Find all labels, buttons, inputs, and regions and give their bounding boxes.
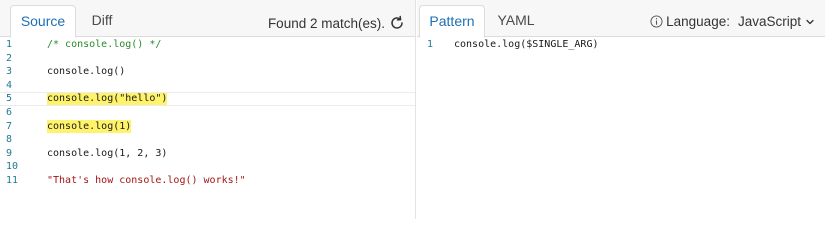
line-number: 1 <box>427 39 434 50</box>
line-number: 10 <box>6 161 19 173</box>
language-label: Language: <box>666 14 730 29</box>
pattern-pane: Pattern YAML Language: JavaScript 1 conso… <box>417 0 825 219</box>
code-line: 3 console.log() <box>0 65 415 79</box>
tab-source[interactable]: Source <box>10 5 76 38</box>
match-count-text: Found 2 match(es). <box>267 16 385 31</box>
code-line: 10 <box>0 160 415 174</box>
language-dropdown[interactable]: JavaScript <box>738 14 815 29</box>
line-number: 1 <box>6 39 13 50</box>
code-line: 2 <box>0 52 415 66</box>
info-icon[interactable] <box>650 15 663 28</box>
line-number: 5 <box>6 93 13 105</box>
matched-code-text: console.log("hello") <box>47 93 168 105</box>
code-line: 11 "That's how console.log() works!" <box>0 174 415 188</box>
source-pane: Source Diff Found 2 match(es). 1 /* conso… <box>0 0 416 219</box>
line-number: 4 <box>6 79 13 91</box>
line-number: 7 <box>6 120 13 132</box>
code-line: 7 console.log(1) <box>0 119 415 134</box>
line-number: 9 <box>6 147 13 159</box>
line-number: 8 <box>6 134 13 146</box>
code-line: 5 console.log("hello") <box>0 92 415 106</box>
code-text: /* console.log() */ <box>47 39 162 50</box>
code-line: 1 console.log($SINGLE_ARG) <box>417 38 825 52</box>
code-line: 8 <box>0 133 415 147</box>
line-number: 11 <box>6 174 19 186</box>
line-number: 3 <box>6 66 13 78</box>
code-text: console.log() <box>47 66 126 78</box>
code-line: 6 <box>0 106 415 120</box>
app-root: Source Diff Found 2 match(es). 1 /* conso… <box>0 0 825 219</box>
code-line: 9 console.log(1, 2, 3) <box>0 147 415 161</box>
line-number: 2 <box>6 52 13 64</box>
matched-code-text: console.log(1) <box>47 119 132 134</box>
code-text: console.log($SINGLE_ARG) <box>454 39 599 50</box>
tab-pattern[interactable]: Pattern <box>419 5 485 38</box>
source-editor[interactable]: 1 /* console.log() */ 2 3 console.log() 4 5 con… <box>0 38 415 219</box>
pattern-tabbar: Pattern YAML Language: JavaScript <box>417 0 825 38</box>
tab-diff[interactable]: Diff <box>80 5 124 37</box>
code-line: 4 <box>0 79 415 93</box>
code-text: console.log(1, 2, 3) <box>47 147 168 159</box>
code-line: 1 /* console.log() */ <box>0 38 415 52</box>
chevron-down-icon <box>806 19 814 24</box>
refresh-icon[interactable] <box>389 15 405 31</box>
tab-yaml[interactable]: YAML <box>489 5 543 37</box>
language-value: JavaScript <box>737 14 801 29</box>
pattern-editor[interactable]: 1 console.log($SINGLE_ARG) <box>417 38 825 219</box>
language-selector: Language: JavaScript <box>650 14 815 29</box>
line-number: 6 <box>6 106 13 118</box>
code-text: "That's how console.log() works!" <box>47 174 246 186</box>
source-tabbar: Source Diff Found 2 match(es). <box>0 0 415 38</box>
